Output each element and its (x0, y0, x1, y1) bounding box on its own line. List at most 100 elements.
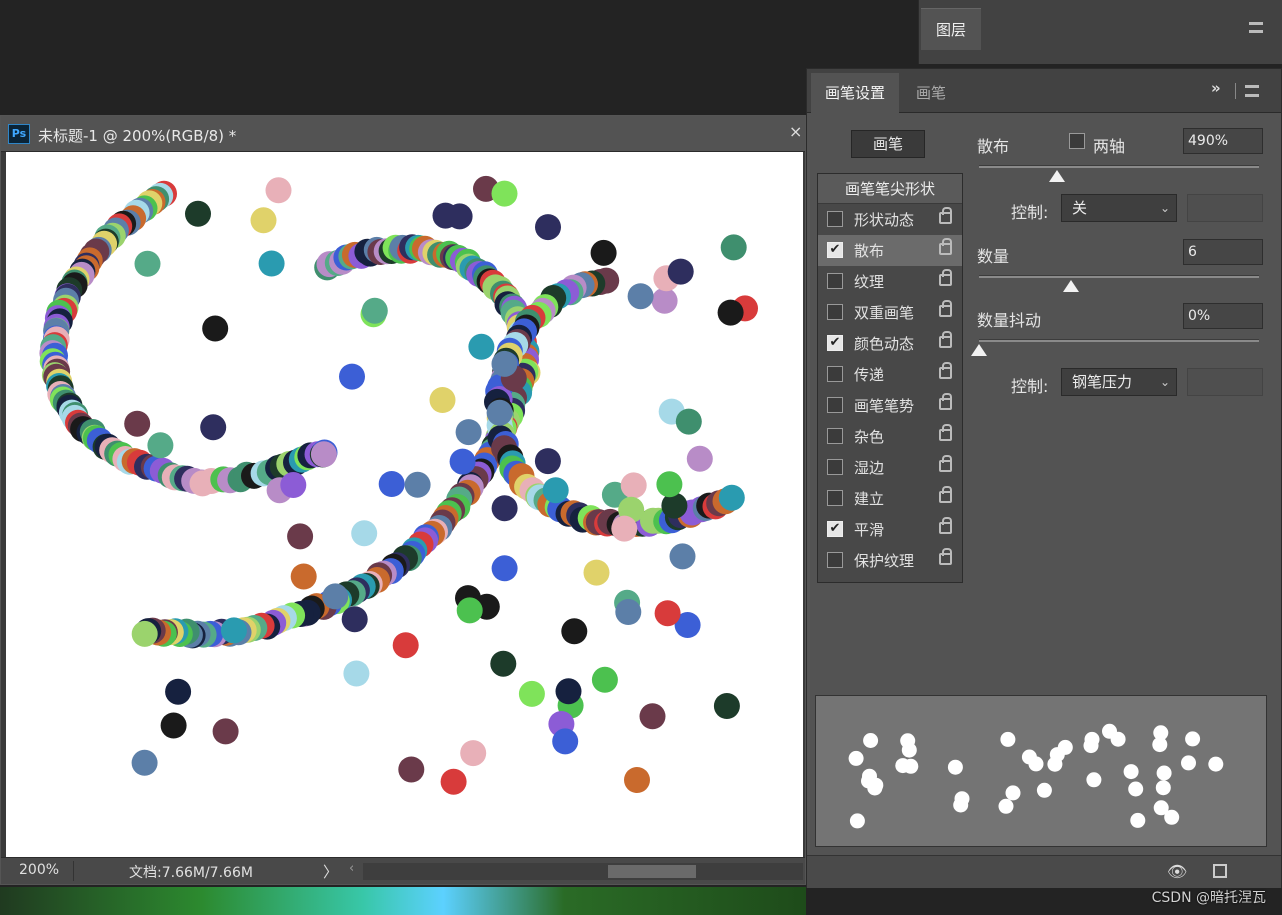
canvas[interactable] (6, 152, 803, 857)
paint-dot (131, 749, 158, 776)
count-value-field[interactable]: 6 (1183, 239, 1263, 265)
paint-dot (455, 419, 482, 446)
brush-option-11[interactable]: 保护纹理 (818, 545, 962, 576)
option-checkbox[interactable] (827, 490, 843, 506)
both-axes-checkbox[interactable] (1069, 133, 1085, 149)
brush-option-3[interactable]: 双重画笔 (818, 297, 962, 328)
preview-dot (848, 750, 864, 766)
paint-dot (717, 299, 744, 326)
lock-icon[interactable] (939, 269, 952, 286)
paint-dot (713, 693, 740, 719)
option-checkbox[interactable]: ✔ (827, 521, 843, 537)
option-checkbox[interactable] (827, 428, 843, 444)
brush-option-4[interactable]: ✔ 颜色动态 (818, 328, 962, 359)
paint-dot (542, 477, 569, 504)
paint-dot (720, 234, 747, 261)
brush-presets-button[interactable]: 画笔 (851, 130, 925, 158)
option-checkbox[interactable] (827, 211, 843, 227)
preview-dot (1000, 731, 1016, 747)
option-checkbox[interactable] (827, 273, 843, 289)
option-checkbox[interactable]: ✔ (827, 242, 843, 258)
paint-dot (456, 597, 483, 624)
brush-option-5[interactable]: 传递 (818, 359, 962, 390)
scatter-control-select[interactable]: 关 ⌄ (1061, 194, 1177, 222)
scatter-slider-thumb[interactable] (1049, 170, 1066, 182)
status-menu-arrow-icon[interactable]: 〉 (323, 861, 338, 882)
scroll-left-icon[interactable]: ‹ (349, 861, 354, 876)
lock-icon[interactable] (939, 238, 952, 255)
paint-dot (202, 315, 229, 342)
option-label: 画笔笔势 (854, 397, 915, 415)
layers-panel: 图层 (918, 0, 1282, 64)
preview-dots (848, 723, 1224, 829)
scrollbar-thumb[interactable] (608, 865, 696, 878)
paint-dot (449, 448, 476, 475)
option-checkbox[interactable] (827, 552, 843, 568)
lock-icon[interactable] (939, 331, 952, 348)
brush-option-1[interactable]: ✔ 散布 (818, 235, 962, 266)
paint-dot (491, 495, 518, 522)
lock-icon[interactable] (939, 486, 952, 503)
option-checkbox[interactable] (827, 397, 843, 413)
brush-option-8[interactable]: 湿边 (818, 452, 962, 483)
paint-dot (322, 583, 349, 610)
close-document-button[interactable]: × (789, 122, 802, 141)
option-checkbox[interactable]: ✔ (827, 335, 843, 351)
brush-option-10[interactable]: ✔ 平滑 (818, 514, 962, 545)
preview-dot (1083, 738, 1099, 754)
paint-dot (590, 239, 617, 266)
toggle-preview-eye-icon[interactable]: 👁 (1167, 862, 1187, 881)
preview-dot (900, 733, 916, 749)
tab-brush-settings[interactable]: 画笔设置 (811, 73, 899, 113)
tab-brush[interactable]: 画笔 (905, 73, 957, 113)
tab-layers[interactable]: 图层 (921, 8, 981, 50)
horizontal-scrollbar[interactable] (363, 863, 803, 880)
paint-dot (627, 283, 654, 310)
paint-dot (460, 740, 487, 767)
count-jitter-slider-thumb[interactable] (971, 344, 987, 356)
brush-option-6[interactable]: 画笔笔势 (818, 390, 962, 421)
option-checkbox[interactable] (827, 459, 843, 475)
paint-dot (639, 703, 666, 730)
lock-icon[interactable] (939, 517, 952, 534)
paint-dot (378, 471, 405, 497)
brush-option-7[interactable]: 杂色 (818, 421, 962, 452)
preview-dot (998, 798, 1014, 814)
brush-option-2[interactable]: 纹理 (818, 266, 962, 297)
zoom-level[interactable]: 200% (19, 862, 59, 878)
brush-option-9[interactable]: 建立 (818, 483, 962, 514)
count-slider[interactable] (979, 275, 1259, 278)
panel-menu-icon[interactable] (1245, 85, 1259, 97)
brush-strokes-artwork (39, 175, 758, 795)
scatter-slider[interactable] (979, 165, 1259, 168)
layers-panel-menu-icon[interactable] (1249, 22, 1263, 33)
count-jitter-slider[interactable] (979, 339, 1259, 342)
collapse-panel-icon[interactable]: » (1211, 79, 1221, 97)
paint-dot (361, 297, 388, 324)
count-jitter-value-field[interactable]: 0% (1183, 303, 1263, 329)
paint-dot (555, 678, 582, 705)
option-checkbox[interactable] (827, 304, 843, 320)
lock-icon[interactable] (939, 548, 952, 565)
jitter-control-select[interactable]: 钢笔压力 ⌄ (1061, 368, 1177, 396)
option-checkbox[interactable] (827, 366, 843, 382)
panel-tabbar: 画笔设置 画笔 » (807, 69, 1281, 113)
lock-icon[interactable] (939, 207, 952, 224)
preview-dot (1021, 749, 1037, 765)
new-brush-icon[interactable] (1213, 864, 1227, 878)
lock-icon[interactable] (939, 393, 952, 410)
lock-icon[interactable] (939, 300, 952, 317)
paint-dot (620, 472, 647, 499)
lock-icon[interactable] (939, 424, 952, 441)
brush-option-0[interactable]: 形状动态 (818, 204, 962, 235)
option-label: 保护纹理 (854, 552, 915, 570)
control-label: 控制: (1011, 377, 1049, 396)
option-label: 形状动态 (854, 211, 915, 229)
brush-tip-shape-item[interactable]: 画笔笔尖形状 (818, 174, 962, 204)
count-slider-thumb[interactable] (1063, 280, 1080, 292)
document-titlebar[interactable]: Ps 未标题-1 @ 200%(RGB/8) * × (1, 116, 805, 152)
scatter-value-field[interactable]: 490% (1183, 128, 1263, 154)
lock-icon[interactable] (939, 362, 952, 379)
lock-icon[interactable] (939, 455, 952, 472)
paint-dot (310, 441, 337, 468)
